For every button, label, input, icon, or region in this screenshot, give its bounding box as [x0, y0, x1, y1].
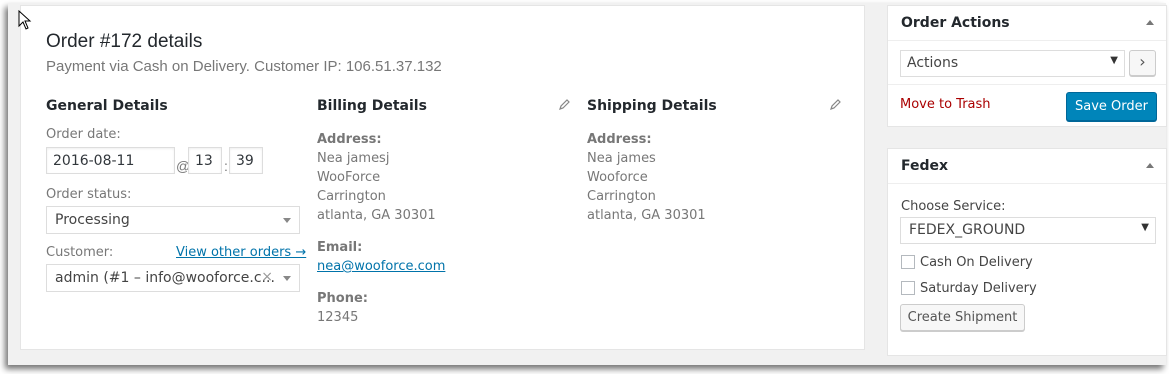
saturday-delivery-checkbox[interactable]: [901, 281, 915, 295]
edit-shipping-pencil-icon[interactable]: [830, 99, 841, 110]
shipping-address-line: Wooforce: [587, 170, 648, 185]
fedex-box: Fedex Choose Service: FEDEX_GROUND ▼ Cas…: [887, 148, 1167, 356]
shipping-address-line: Nea james: [587, 151, 656, 166]
billing-phone-label: Phone:: [317, 291, 368, 306]
dropdown-arrow-icon: ▼: [1110, 55, 1118, 66]
choose-service-label: Choose Service:: [901, 199, 1006, 214]
cash-on-delivery-label: Cash On Delivery: [920, 255, 1033, 270]
order-status-label: Order status:: [46, 187, 132, 202]
shipping-address-label: Address:: [587, 132, 652, 147]
edit-billing-pencil-icon[interactable]: [559, 99, 570, 110]
apply-action-button[interactable]: ›: [1129, 50, 1156, 76]
cash-on-delivery-checkbox[interactable]: [901, 255, 915, 269]
billing-email-link[interactable]: nea@wooforce.com: [317, 257, 445, 276]
clear-icon[interactable]: ×: [261, 269, 273, 285]
billing-address-line: atlanta, GA 30301: [317, 208, 436, 223]
fedex-title: Fedex: [901, 158, 949, 174]
billing-address-label: Address:: [317, 132, 382, 147]
chevron-down-icon: [283, 218, 291, 223]
shipping-details-heading: Shipping Details: [587, 98, 717, 114]
view-other-orders-link[interactable]: View other orders →: [176, 245, 306, 260]
order-date-input[interactable]: [46, 147, 175, 174]
colon-separator: :: [224, 158, 228, 174]
shipping-address-line: Carrington: [587, 189, 656, 204]
dropdown-arrow-icon: ▼: [1141, 222, 1149, 233]
move-to-trash-link[interactable]: Move to Trash: [900, 97, 991, 112]
save-order-button[interactable]: Save Order: [1066, 92, 1157, 121]
order-actions-header[interactable]: Order Actions: [888, 6, 1166, 41]
billing-phone-value: 12345: [317, 310, 359, 325]
order-minute-input[interactable]: [229, 147, 263, 174]
billing-address-line: Nea jamesj: [317, 151, 390, 166]
shipping-address-line: atlanta, GA 30301: [587, 208, 706, 223]
billing-details-heading: Billing Details: [317, 98, 427, 114]
order-date-label: Order date:: [46, 127, 121, 142]
billing-address-line: Carrington: [317, 189, 386, 204]
fedex-service-select[interactable]: FEDEX_GROUND ▼: [900, 217, 1156, 244]
mouse-pointer-icon: [18, 10, 32, 30]
customer-label: Customer:: [46, 245, 114, 260]
customer-select[interactable]: admin (#1 – info@wooforce.c... ×: [46, 264, 300, 292]
chevron-down-icon: [283, 276, 291, 281]
customer-value: admin (#1 – info@wooforce.c...: [55, 270, 275, 286]
general-details-heading: General Details: [46, 98, 168, 114]
billing-email-label: Email:: [317, 240, 363, 255]
order-actions-box: Order Actions Actions ▼ › Move to Trash …: [887, 5, 1167, 127]
order-title: Order #172 details: [46, 31, 203, 52]
fedex-service-value: FEDEX_GROUND: [909, 222, 1026, 238]
order-hour-input[interactable]: [188, 147, 222, 174]
saturday-delivery-label: Saturday Delivery: [920, 281, 1037, 296]
collapse-arrow-icon[interactable]: [1146, 20, 1154, 25]
fedex-header[interactable]: Fedex: [888, 149, 1166, 184]
divider: [888, 84, 1166, 85]
order-subtitle: Payment via Cash on Delivery. Customer I…: [46, 58, 442, 75]
collapse-arrow-icon[interactable]: [1146, 163, 1154, 168]
order-actions-select[interactable]: Actions ▼: [900, 50, 1125, 77]
order-status-value: Processing: [55, 212, 130, 228]
billing-address-line: WooForce: [317, 170, 381, 185]
order-status-select[interactable]: Processing: [46, 206, 300, 234]
order-data-panel: Order #172 details Payment via Cash on D…: [20, 5, 865, 350]
order-actions-value: Actions: [907, 55, 959, 71]
create-shipment-button[interactable]: Create Shipment: [900, 304, 1025, 331]
order-actions-title: Order Actions: [901, 15, 1010, 31]
